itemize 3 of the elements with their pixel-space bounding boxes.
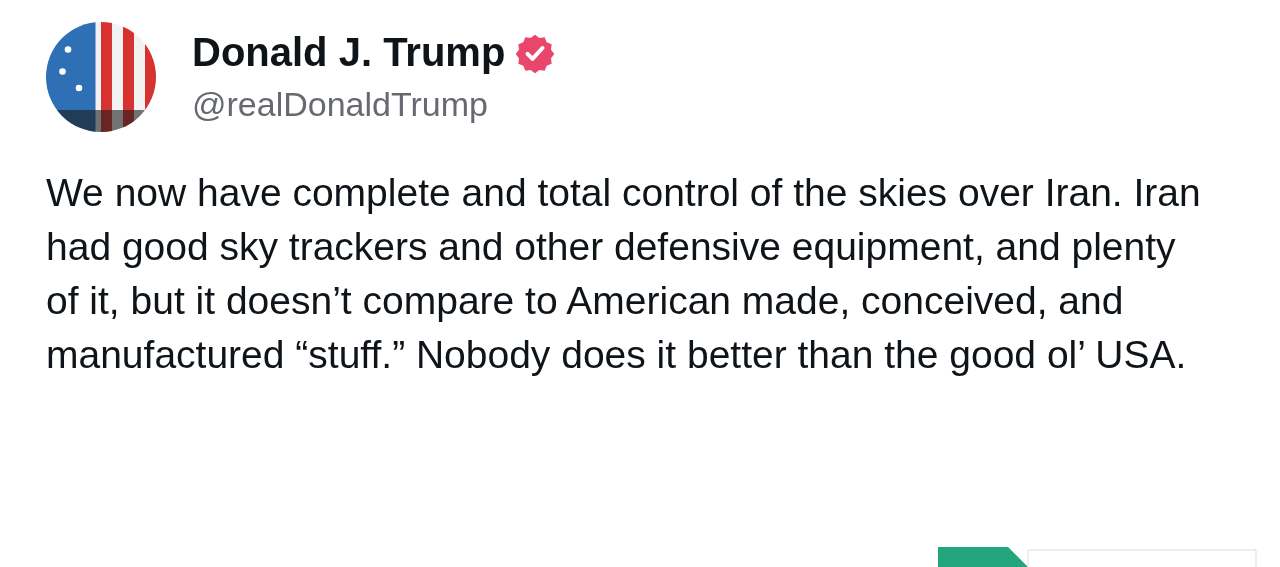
post-text: We now have complete and total control of the skies over Iran. Iran had good sky trackers and other defensive equipment, and plenty of it, but it doesn’t compare to American made, conceived, and manufactured “stuff.” Nobody does it better than the good ol’ USA. (46, 170, 1202, 378)
author-handle[interactable]: @realDonaldTrump (192, 85, 556, 124)
author-name: Donald J. Trump (192, 30, 506, 75)
